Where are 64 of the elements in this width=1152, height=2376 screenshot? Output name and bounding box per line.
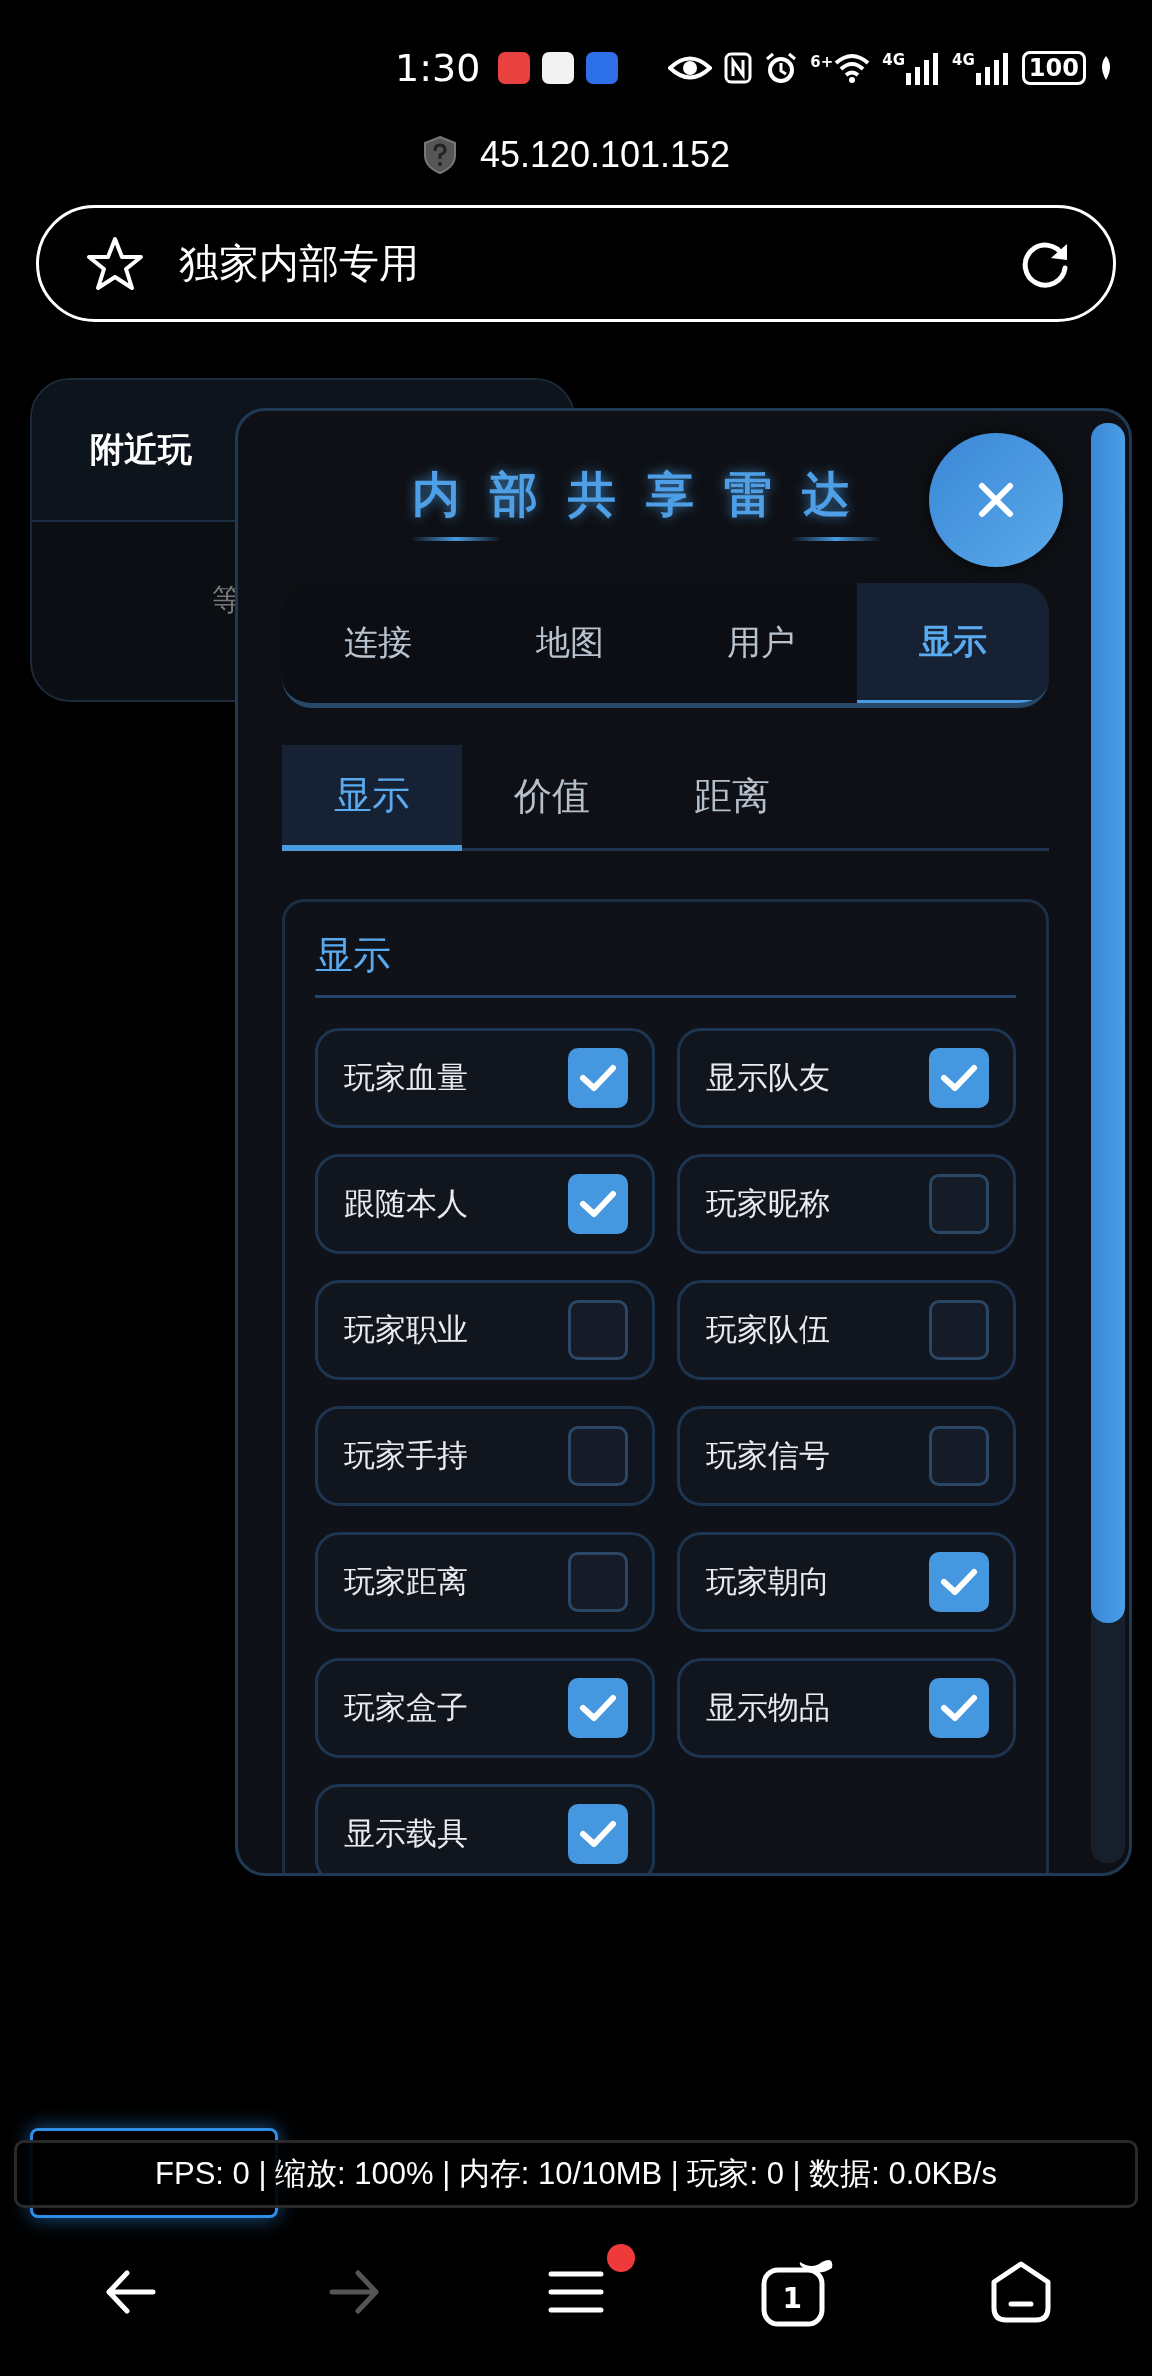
option-row[interactable]: 显示载具 — [315, 1784, 655, 1873]
option-row[interactable]: 玩家信号 — [676, 1406, 1016, 1506]
checkbox[interactable] — [567, 1174, 628, 1234]
option-row[interactable]: 玩家距离 — [315, 1532, 655, 1632]
card-title: 附近玩 — [90, 428, 192, 471]
alarm-icon — [764, 50, 799, 85]
check-icon — [939, 1692, 979, 1724]
network-label: 4G — [882, 50, 906, 69]
close-icon — [976, 480, 1016, 520]
check-icon — [577, 1818, 618, 1850]
tab[interactable]: 连接 — [282, 583, 474, 703]
shield-icon — [421, 135, 458, 175]
checkbox[interactable] — [567, 1300, 628, 1360]
check-icon — [939, 1566, 979, 1598]
wifi-label: 6+ — [810, 52, 834, 71]
site-address: 45.120.101.152 — [479, 134, 731, 176]
option-row[interactable]: 显示队友 — [676, 1028, 1016, 1128]
option-row[interactable]: 跟随本人 — [315, 1154, 655, 1254]
app-icon — [586, 51, 619, 84]
checkbox[interactable] — [929, 1048, 989, 1108]
tab[interactable]: 显示 — [857, 583, 1049, 703]
checkbox[interactable] — [929, 1552, 989, 1612]
checkbox[interactable] — [567, 1552, 628, 1612]
option-row[interactable]: 玩家血量 — [315, 1028, 655, 1128]
tab[interactable]: 距离 — [642, 745, 822, 848]
tab[interactable]: 价值 — [462, 745, 642, 848]
nfc-icon — [724, 51, 753, 84]
option-row[interactable]: 玩家盒子 — [315, 1658, 655, 1758]
signal-icon — [975, 50, 1010, 85]
battery-level: 100 — [1021, 50, 1086, 85]
option-row[interactable]: 玩家昵称 — [676, 1154, 1016, 1254]
checkbox[interactable] — [567, 1048, 628, 1108]
network-label: 4G — [952, 50, 975, 69]
check-icon — [577, 1188, 618, 1220]
option-row[interactable]: 玩家手持 — [315, 1406, 655, 1506]
tab[interactable]: 用户 — [665, 583, 858, 703]
option-row[interactable]: 显示物品 — [676, 1658, 1016, 1758]
check-icon — [577, 1692, 618, 1724]
panel-title: 内部共享雷达 — [411, 465, 880, 524]
checkbox[interactable] — [567, 1804, 628, 1864]
address-bar[interactable]: 独家内部专用 — [36, 205, 1116, 322]
checkbox[interactable] — [929, 1426, 989, 1486]
option-row[interactable]: 玩家职业 — [315, 1280, 655, 1380]
option-row[interactable]: 玩家队伍 — [676, 1280, 1016, 1380]
stats-text: FPS: 0 | 缩放: 100% | 内存: 10/10MB | 玩家: 0 | 数据: 0.0KB/s — [155, 2155, 997, 2193]
wifi-icon — [834, 52, 871, 83]
checkbox[interactable] — [929, 1174, 989, 1234]
tab[interactable]: 显示 — [282, 745, 462, 851]
signal-icon — [906, 50, 941, 85]
scrollbar[interactable] — [1091, 423, 1125, 1863]
app-icon — [498, 51, 531, 84]
option-row[interactable]: 玩家朝向 — [676, 1532, 1016, 1632]
checkbox[interactable] — [929, 1678, 989, 1738]
checkbox[interactable] — [567, 1678, 628, 1738]
star-icon[interactable] — [85, 234, 145, 293]
check-icon — [577, 1062, 618, 1094]
page-title: 独家内部专用 — [179, 239, 420, 288]
checkbox[interactable] — [929, 1300, 989, 1360]
check-icon — [939, 1062, 979, 1094]
section-title: 显示 — [315, 930, 1016, 998]
app-icon — [542, 51, 575, 84]
clock-time: 1:30 — [395, 45, 481, 90]
checkbox[interactable] — [567, 1426, 628, 1486]
tab[interactable]: 地图 — [473, 583, 666, 703]
